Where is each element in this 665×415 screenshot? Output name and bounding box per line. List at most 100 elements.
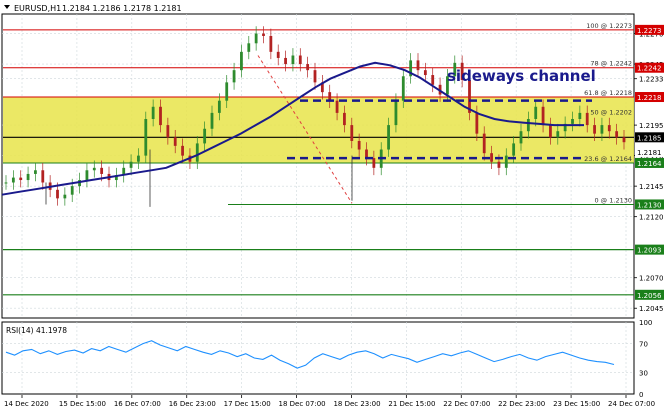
y-tick-label: 1.2120 [639, 214, 664, 222]
dropdown-icon[interactable] [4, 5, 10, 9]
fib-price-tag: 1.2164 [637, 160, 662, 168]
sideways-channel-annotation: sideways channel [447, 67, 596, 85]
candle-body [129, 161, 133, 168]
main-panel: 100 @ 1.2273 78 @ 1.2242 61.8 @ 1.2218 50 @… [1, 13, 635, 319]
candle-body [240, 51, 243, 71]
candle-body [217, 100, 221, 113]
candle-body [166, 125, 170, 138]
candle-body [137, 155, 140, 162]
x-tick-label: 18 Dec 23:00 [333, 400, 380, 408]
candle-body [4, 182, 8, 184]
candle-body [262, 33, 265, 36]
candle-body [92, 167, 96, 171]
y-tick-label: 1.2195 [639, 122, 664, 130]
candle-body [203, 128, 207, 144]
candle-body [556, 131, 560, 138]
candle-body [232, 70, 236, 83]
x-tick-label: 21 Dec 15:00 [388, 400, 435, 408]
candle-body [41, 170, 45, 183]
fib-level-label: 100 @ 1.2273 [586, 22, 632, 30]
candle-body [475, 112, 479, 134]
candle-body [365, 149, 368, 159]
candle-body [350, 125, 354, 141]
fib-price-tag: 1.2218 [637, 94, 662, 102]
candle-body [151, 106, 155, 119]
candle-body [423, 70, 427, 76]
candle-body [19, 177, 23, 181]
candle-body [497, 161, 501, 168]
candle-body [622, 137, 626, 143]
fib-level-label: 0 @ 1.2130 [594, 196, 632, 204]
fib-level-label: 50 @ 1.2202 [590, 109, 632, 117]
fib-level-label: 78 @ 1.2242 [590, 60, 632, 68]
candle-body [291, 55, 295, 65]
symbol-label: EURUSD,H1 [14, 4, 61, 13]
candle-body [578, 112, 582, 119]
candle-body [372, 158, 376, 168]
rsi-panel [1, 321, 635, 395]
candle-body [70, 186, 74, 195]
candle-body [181, 145, 184, 156]
candle-body [269, 35, 273, 52]
candle-body [526, 118, 530, 132]
candle-body [225, 82, 229, 101]
candle-body [100, 167, 104, 174]
x-tick-label: 18 Dec 07:00 [279, 400, 326, 408]
support-price-tag: 1.2056 [637, 292, 662, 300]
candle-body [306, 64, 310, 71]
candle-body [159, 106, 162, 126]
candle-body [284, 57, 287, 65]
fib-level-label: 23.6 @ 1.2164 [584, 155, 632, 163]
x-tick-label: 17 Dec 15:00 [224, 400, 271, 408]
candle-body [85, 170, 89, 181]
y-tick-label: 1.2045 [639, 305, 664, 313]
candle-body [144, 118, 148, 156]
rsi-y-tick-label: 70 [639, 341, 648, 349]
x-tick-label: 16 Dec 23:00 [169, 400, 216, 408]
main-panel-frame [1, 13, 635, 319]
fib-price-tag: 1.2242 [637, 65, 662, 73]
candle-body [254, 33, 258, 44]
rsi-y-tick-label: 100 [639, 319, 652, 327]
rsi-label: RSI(14) 41.1978 [6, 326, 67, 335]
candle-body [534, 106, 538, 119]
rsi-panel-frame [1, 321, 635, 395]
chart-root: 100 @ 1.2273 78 @ 1.2242 61.8 @ 1.2218 50 @… [0, 0, 665, 411]
candle-body [431, 75, 435, 85]
candle-body [26, 173, 30, 181]
candle-body [401, 76, 405, 101]
x-tick-label: 14 Dec 2020 [4, 400, 49, 408]
candle-body [276, 51, 280, 58]
candle-body [482, 133, 486, 154]
chart-svg: 100 @ 1.2273 78 @ 1.2242 61.8 @ 1.2218 50 @… [1, 4, 664, 408]
x-tick-label: 16 Dec 07:00 [114, 400, 161, 408]
candle-body [571, 118, 574, 124]
ohlc-label: 1.2184 1.2186 1.2178 1.2181 [62, 4, 182, 13]
candle-body [335, 100, 339, 113]
y-tick-label: 1.2233 [639, 76, 664, 84]
x-tick-label: 24 Dec 07:00 [608, 400, 655, 408]
candle-body [593, 125, 596, 134]
rsi-y-tick-label: 0 [639, 391, 643, 399]
candle-body [387, 125, 390, 150]
candle-body [504, 155, 508, 168]
candle-body [615, 131, 619, 138]
candle-body [541, 106, 545, 126]
candle-body [512, 143, 516, 156]
candle-body [34, 170, 37, 174]
candle-body [549, 125, 552, 138]
x-tick-label: 22 Dec 23:00 [498, 400, 545, 408]
current-price-tag: 1.2181 [637, 149, 662, 157]
candle-body [56, 189, 59, 199]
candle-body [607, 125, 611, 132]
candle-body [343, 112, 346, 126]
candle-body [600, 125, 604, 134]
candle-body [357, 140, 361, 150]
fib-level-label: 61.8 @ 1.2218 [584, 89, 632, 97]
candle-body [195, 143, 199, 162]
x-tick-label: 15 Dec 15:00 [59, 400, 106, 408]
fib-price-tag: 1.2130 [637, 201, 662, 209]
y-tick-label: 1.2070 [639, 275, 664, 283]
level-price-tag: 1.2185 [637, 134, 662, 142]
candle-body [313, 70, 317, 83]
